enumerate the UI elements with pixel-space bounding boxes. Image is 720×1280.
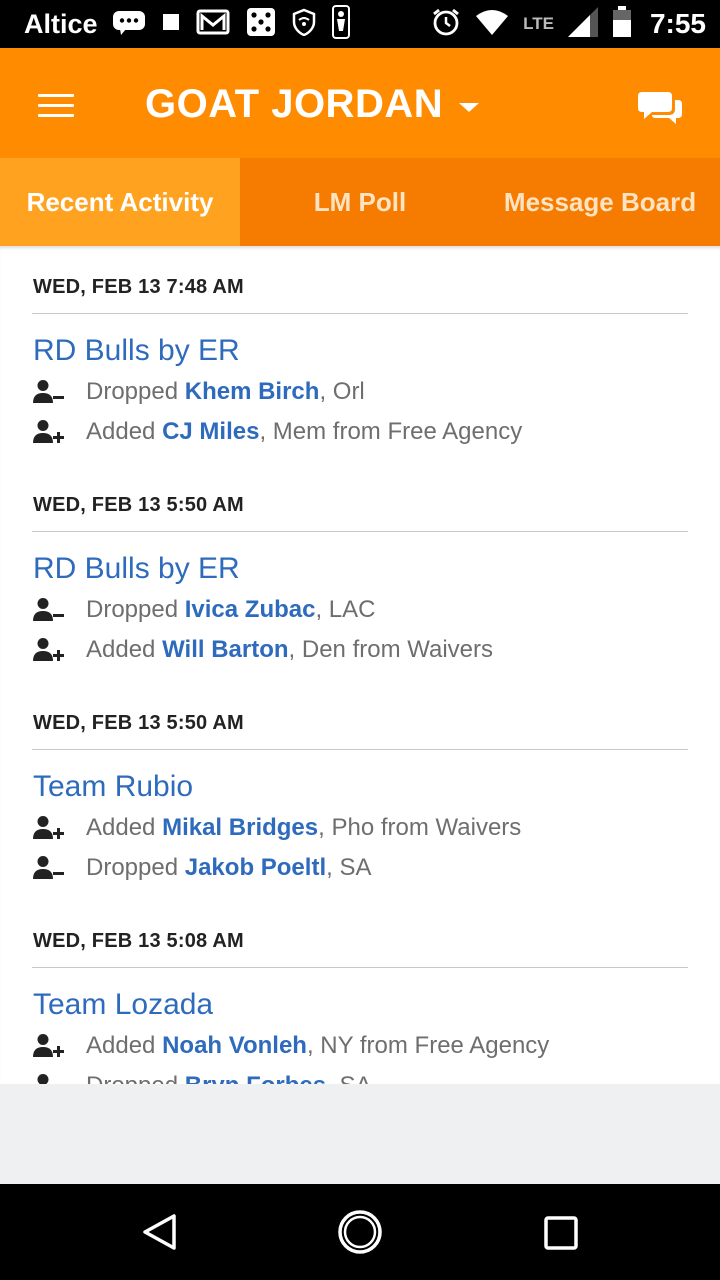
activity-feed[interactable]: WED, FEB 13 7:48 AM RD Bulls by ER Dropped… [0,246,720,1084]
transaction-action: Dropped [86,378,179,405]
network-type: LTE [523,14,554,33]
player-link[interactable]: Will Barton [162,636,288,664]
transaction-row: Added Mikal Bridges, Pho from Waivers [33,813,521,843]
caret-down-icon [459,103,480,112]
player-link[interactable]: CJ Miles [162,418,259,446]
player-detail: , Orl [319,378,365,405]
transaction-action: Dropped [86,854,179,881]
transaction-action: Added [86,418,156,445]
divider [32,967,688,968]
system-icons: LTE 7:55 [431,5,706,43]
league-selector[interactable]: GOAT JORDAN [145,82,480,127]
bottom-spacer [0,1084,720,1184]
transaction-action: Added [86,1032,156,1059]
drop-player-icon [33,597,65,623]
activity-timestamp: WED, FEB 13 7:48 AM [33,276,244,298]
tab-recent-activity[interactable]: Recent Activity [0,158,240,246]
activity-group: WED, FEB 13 5:08 AM Team Lozada Added Noah… [0,900,720,1084]
transaction-row: Dropped Khem Birch, Orl [33,377,365,407]
add-player-icon [33,1033,65,1059]
drop-player-icon [33,1073,65,1084]
divider [32,313,688,314]
player-detail: , LAC [315,596,376,623]
system-nav-bar [0,1184,720,1280]
app-bar: GOAT JORDAN [0,48,720,158]
transaction-row: Dropped Ivica Zubac, LAC [33,595,376,625]
divider [32,531,688,532]
hamburger-icon[interactable] [38,94,74,117]
transaction-action: Dropped [86,596,179,623]
message-icon [112,9,146,40]
activity-group: WED, FEB 13 5:50 AM Team Rubio Added Mikal… [0,682,720,900]
player-link[interactable]: Jakob Poeltl [185,854,326,882]
carrier-label: Altice [24,8,98,39]
team-link[interactable]: RD Bulls by ER [33,334,240,368]
drop-player-icon [33,855,65,881]
add-player-icon [33,815,65,841]
team-link[interactable]: Team Lozada [33,988,213,1022]
player-detail: , Mem from Free Agency [259,418,523,445]
page-title: GOAT JORDAN [145,82,444,126]
activity-timestamp: WED, FEB 13 5:08 AM [33,930,244,952]
notification-icons [112,4,350,44]
alarm-icon [431,7,461,42]
player-link[interactable]: Noah Vonleh [162,1032,307,1060]
player-detail: , Pho from Waivers [318,814,522,841]
shield-wifi-icon [292,8,316,41]
signal-icon [567,6,598,42]
transaction-row: Added Will Barton, Den from Waivers [33,635,493,665]
player-link[interactable]: Mikal Bridges [162,814,318,842]
tab-message-board[interactable]: Message Board [480,158,720,246]
dice-icon [246,7,276,42]
home-circle-icon[interactable] [336,1208,384,1261]
team-link[interactable]: RD Bulls by ER [33,552,240,586]
transaction-action: Added [86,814,156,841]
back-triangle-icon[interactable] [140,1212,180,1257]
battery-icon [612,5,632,43]
player-detail: , Den from Waivers [288,636,494,663]
transaction-action: Dropped [86,1072,178,1084]
transaction-row: Added CJ Miles, Mem from Free Agency [33,417,522,447]
status-bar: Altice LTE 7:55 [0,0,720,48]
team-link[interactable]: Team Rubio [33,770,193,804]
drop-player-icon [33,379,65,405]
player-link[interactable]: Ivica Zubac [185,596,316,624]
activity-group: WED, FEB 13 5:50 AM RD Bulls by ER Dropped… [0,464,720,682]
recents-square-icon[interactable] [543,1215,579,1256]
player-detail: , NY from Free Agency [306,1032,550,1059]
transaction-action: Added [86,636,156,663]
gmail-icon [196,8,230,41]
stop-icon [162,13,180,36]
activity-timestamp: WED, FEB 13 5:50 AM [33,712,244,734]
player-link[interactable]: Khem Birch [185,378,320,406]
divider [32,749,688,750]
transaction-row: Added Noah Vonleh, NY from Free Agency [33,1031,549,1061]
activity-timestamp: WED, FEB 13 5:50 AM [33,494,244,516]
player-link[interactable]: Bryn Forbes [185,1072,326,1084]
transaction-row: Dropped Jakob Poeltl, SA [33,853,371,883]
add-player-icon [33,637,65,663]
chat-bubbles-icon[interactable] [638,88,682,131]
activity-group: WED, FEB 13 7:48 AM RD Bulls by ER Dropped… [0,246,720,464]
clock: 7:55 [649,8,706,39]
tab-bar: Recent Activity LM Poll Message Board [0,158,720,246]
add-player-icon [33,419,65,445]
transaction-row: Dropped Bryn Forbes, SA [33,1071,371,1084]
player-detail: , SA [326,854,372,881]
nba-icon [331,4,350,44]
tab-lm-poll[interactable]: LM Poll [240,158,480,246]
wifi-icon [475,8,509,41]
player-detail: , SA [326,1072,371,1084]
